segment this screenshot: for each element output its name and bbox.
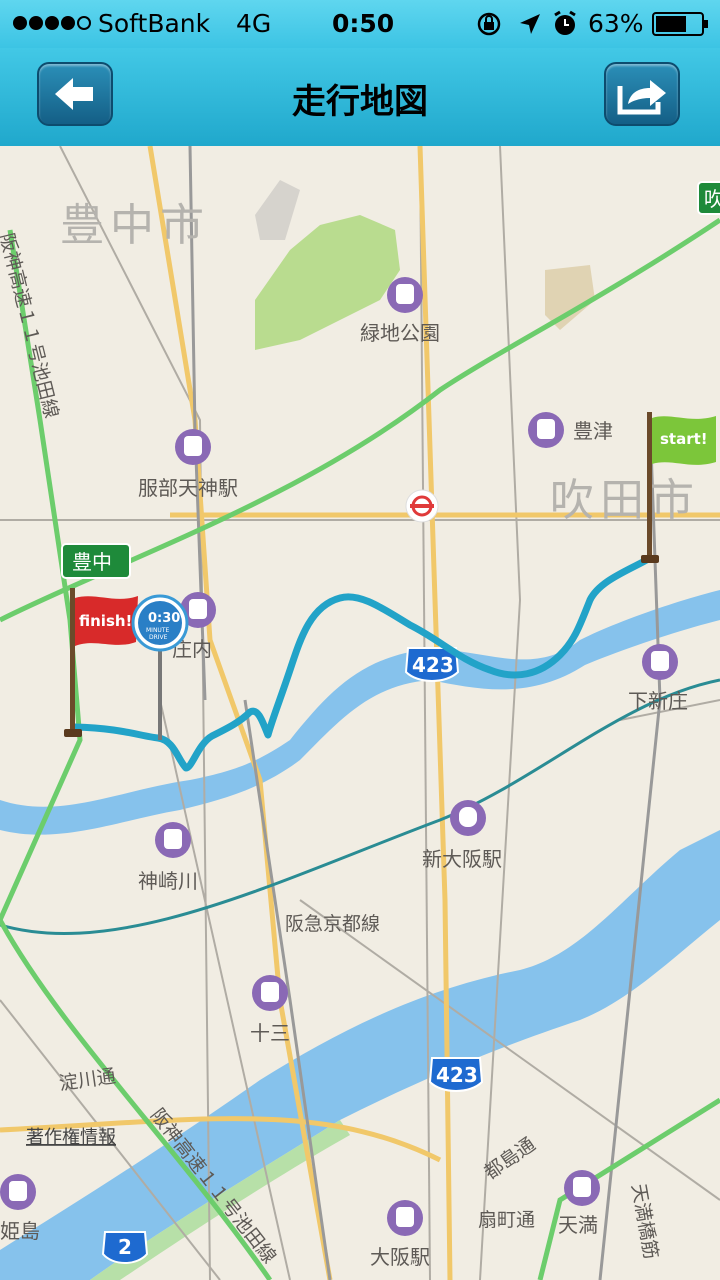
road-label-ogimachi: 扇町通: [478, 1209, 535, 1231]
city-label-toyonaka: 豊中市: [60, 200, 210, 251]
battery-percent: 63%: [588, 9, 644, 38]
city-label-suita: 吹田市: [550, 475, 700, 526]
station-label: 服部天神駅: [138, 476, 238, 500]
share-button[interactable]: [604, 62, 680, 126]
road-label-hankyu-kyoto: 阪急京都線: [285, 913, 380, 935]
svg-text:吹: 吹: [704, 187, 720, 211]
station-label: 天満: [558, 1213, 598, 1237]
navigation-bar: 走行地図: [0, 48, 720, 148]
route-2-shield: 2: [101, 1231, 149, 1264]
clock: 0:50: [332, 9, 395, 38]
svg-text:423: 423: [412, 653, 454, 677]
subway-icon: [405, 489, 439, 523]
toyonaka-exit-sign: 豊中: [61, 543, 131, 579]
status-bar: SoftBank 4G 0:50 63%: [0, 0, 720, 48]
station-label: 豊津: [573, 419, 613, 443]
suita-exit-sign: 吹: [697, 181, 720, 215]
copyright-link[interactable]: 著作権情報: [26, 1127, 116, 1148]
carrier-name: SoftBank: [98, 9, 211, 38]
share-arrow-icon: [617, 80, 666, 115]
station-label: 緑地公園: [360, 321, 440, 345]
svg-text:DRIVE: DRIVE: [149, 634, 168, 641]
network-type: 4G: [236, 9, 272, 38]
station-label: 新大阪駅: [422, 847, 502, 871]
station-label: 神崎川: [138, 869, 198, 893]
svg-text:423: 423: [436, 1063, 478, 1087]
station-label: 姫島: [0, 1219, 40, 1243]
station-label: 十三: [250, 1021, 290, 1045]
svg-text:0:30: 0:30: [148, 611, 180, 626]
signal-strength-icon: [12, 11, 94, 40]
route-map[interactable]: 豊中市 吹田市 緑地公園 豊津 服部天神駅 庄内 下新庄 新大阪駅 神崎川 十三…: [0, 146, 720, 1280]
route-423-shield: 423: [428, 1057, 484, 1092]
finish-flag-label: finish!: [79, 612, 132, 630]
svg-text:2: 2: [118, 1235, 132, 1259]
svg-text:MINUTE: MINUTE: [146, 627, 169, 634]
rotation-lock-icon: [476, 11, 502, 43]
station-label: 大阪駅: [370, 1245, 430, 1269]
location-arrow-icon: [518, 12, 542, 42]
alarm-icon: [552, 10, 578, 44]
start-flag-label: start!: [660, 430, 708, 448]
battery-icon: [652, 12, 710, 42]
station-label: 下新庄: [628, 689, 688, 713]
svg-text:豊中: 豊中: [72, 550, 112, 574]
